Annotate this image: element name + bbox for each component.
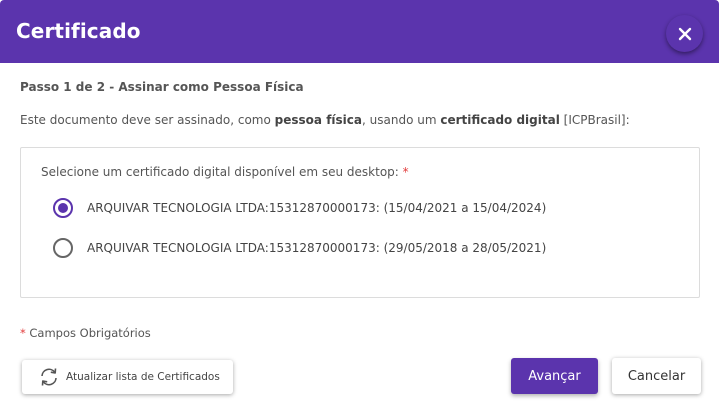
dialog-header: Certificado: [0, 0, 719, 63]
refresh-certificates-button[interactable]: Atualizar lista de Certificados: [22, 360, 233, 394]
step-indicator: Passo 1 de 2 - Assinar como Pessoa Físic…: [20, 80, 304, 94]
required-asterisk: *: [402, 165, 409, 179]
certificate-option-1[interactable]: ARQUIVAR TECNOLOGIA LTDA:15312870000173:…: [53, 197, 546, 219]
next-button[interactable]: Avançar: [511, 358, 598, 394]
refresh-certificates-label: Atualizar lista de Certificados: [66, 371, 220, 383]
certificate-option-label: ARQUIVAR TECNOLOGIA LTDA:15312870000173:…: [87, 241, 547, 255]
dialog-title: Certificado: [16, 19, 141, 43]
close-icon: [678, 27, 691, 40]
instructions-text: Este documento deve ser assinado, como p…: [20, 113, 630, 127]
certificate-selection-panel: Selecione um certificado digital disponí…: [20, 147, 700, 298]
required-fields-note: * Campos Obrigatórios: [20, 326, 151, 340]
certificate-select-label: Selecione um certificado digital disponí…: [41, 165, 409, 179]
certificate-dialog: Certificado Passo 1 de 2 - Assinar como …: [0, 0, 719, 414]
certificate-option-2[interactable]: ARQUIVAR TECNOLOGIA LTDA:15312870000173:…: [53, 237, 546, 259]
refresh-icon: [41, 368, 57, 386]
certificate-option-label: ARQUIVAR TECNOLOGIA LTDA:15312870000173:…: [87, 201, 547, 215]
close-button[interactable]: [666, 15, 703, 52]
cancel-button[interactable]: Cancelar: [612, 358, 701, 394]
radio-selected[interactable]: [53, 198, 73, 218]
radio-unselected[interactable]: [53, 238, 73, 258]
